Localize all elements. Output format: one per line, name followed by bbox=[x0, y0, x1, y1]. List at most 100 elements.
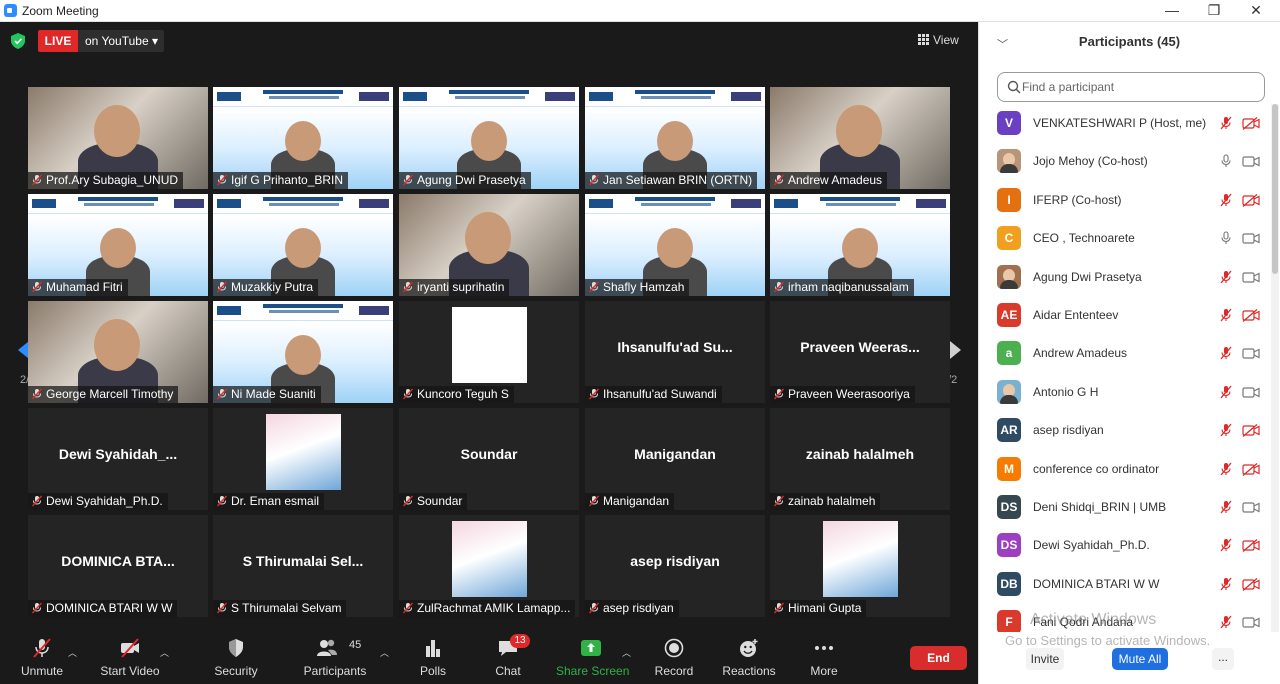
muted-mic-icon bbox=[773, 281, 785, 293]
participant-video-icon[interactable] bbox=[1242, 616, 1260, 629]
participant-mic-icon[interactable] bbox=[1219, 231, 1233, 245]
panel-more-button[interactable]: ... bbox=[1212, 648, 1234, 670]
participant-list-item[interactable]: Mconference co ordinator bbox=[979, 453, 1269, 491]
invite-button[interactable]: Invite bbox=[1026, 648, 1064, 670]
start-video-button[interactable]: Start Video bbox=[96, 630, 164, 684]
more-button[interactable]: More bbox=[804, 630, 844, 684]
participant-muted-mic-icon[interactable] bbox=[1219, 193, 1233, 207]
participant-video-off-icon[interactable] bbox=[1242, 462, 1260, 476]
participant-video-icon[interactable] bbox=[1242, 501, 1260, 514]
participant-list-item[interactable]: DS Dewi Syahidah_Ph.D. bbox=[979, 529, 1269, 567]
participant-list-item[interactable]: I IFERP (Co-host) bbox=[979, 184, 1269, 222]
participant-video-icon[interactable] bbox=[1242, 347, 1260, 360]
participant-list-item[interactable]: V VENKATESHWARI P (Host, me) bbox=[979, 107, 1269, 145]
participants-button[interactable]: 45 Participants bbox=[302, 630, 368, 684]
participant-list-item[interactable]: DB DOMINICA BTARI W W bbox=[979, 568, 1269, 606]
video-tile[interactable]: Soundar Soundar bbox=[399, 408, 579, 510]
participant-name: Muhamad Fitri bbox=[46, 280, 123, 294]
participant-video-off-icon[interactable] bbox=[1242, 193, 1260, 207]
video-tile[interactable]: Prof.Ary Subagia_UNUD bbox=[28, 87, 208, 189]
restore-button[interactable]: ❐ bbox=[1194, 1, 1234, 21]
video-tile[interactable]: Kuncoro Teguh S bbox=[399, 301, 579, 403]
video-tile[interactable]: Andrew Amadeus bbox=[770, 87, 950, 189]
participant-muted-mic-icon[interactable] bbox=[1219, 423, 1233, 437]
participant-list-item[interactable]: Agung Dwi Prasetya bbox=[979, 261, 1269, 299]
video-tile[interactable]: Jan Setiawan BRIN (ORTN) bbox=[585, 87, 765, 189]
record-button[interactable]: Record bbox=[650, 630, 698, 684]
video-tile[interactable]: Agung Dwi Prasetya bbox=[399, 87, 579, 189]
security-button[interactable]: Security bbox=[208, 630, 264, 684]
chat-button[interactable]: 13 Chat bbox=[486, 630, 530, 684]
reactions-button[interactable]: Reactions bbox=[720, 630, 778, 684]
muted-mic-icon bbox=[773, 602, 785, 614]
participant-video-off-icon[interactable] bbox=[1242, 117, 1260, 130]
video-tile[interactable]: George Marcell Timothy bbox=[28, 301, 208, 403]
participants-caret-icon[interactable]: ︿ bbox=[380, 646, 389, 659]
video-options-caret-icon[interactable]: ︿ bbox=[160, 646, 169, 659]
participant-list-item[interactable]: Antonio G H bbox=[979, 376, 1269, 414]
video-tile[interactable]: Shafly Hamzah bbox=[585, 194, 765, 296]
participant-muted-mic-icon[interactable] bbox=[1219, 308, 1233, 322]
participant-muted-mic-icon[interactable] bbox=[1219, 385, 1233, 399]
participant-muted-mic-icon[interactable] bbox=[1219, 538, 1233, 552]
video-tile[interactable]: Ihsanulfu'ad Su... Ihsanulfu'ad Suwandi bbox=[585, 301, 765, 403]
polls-button[interactable]: Polls bbox=[412, 630, 454, 684]
video-tile[interactable]: Praveen Weeras... Praveen Weerasooriya bbox=[770, 301, 950, 403]
video-tile[interactable]: Muzakkiy Putra bbox=[213, 194, 393, 296]
participant-muted-mic-icon[interactable] bbox=[1219, 270, 1233, 284]
participant-list-item[interactable]: C CEO , Technoarete bbox=[979, 222, 1269, 260]
participant-video-icon[interactable] bbox=[1242, 232, 1260, 245]
end-meeting-button[interactable]: End bbox=[910, 646, 967, 670]
participant-list-item[interactable]: DS Deni Shidqi_BRIN | UMB bbox=[979, 491, 1269, 529]
video-tile[interactable]: Muhamad Fitri bbox=[28, 194, 208, 296]
live-badge[interactable]: LIVE bbox=[38, 30, 78, 52]
participant-list-scrollbar[interactable] bbox=[1271, 104, 1279, 632]
video-tile[interactable]: Dr. Eman esmail bbox=[213, 408, 393, 510]
participant-list-item[interactable]: a Andrew Amadeus bbox=[979, 337, 1269, 375]
participant-list-item[interactable]: AE Aidar Ententeev bbox=[979, 299, 1269, 337]
close-button[interactable]: ✕ bbox=[1236, 1, 1276, 21]
participant-mic-icon[interactable] bbox=[1219, 154, 1233, 168]
video-tile[interactable]: DOMINICA BTA... DOMINICA BTARI W W bbox=[28, 515, 208, 617]
participant-video-off-icon[interactable] bbox=[1242, 577, 1260, 591]
share-options-caret-icon[interactable]: ︿ bbox=[622, 646, 631, 659]
video-tile[interactable]: Dewi Syahidah_... Dewi Syahidah_Ph.D. bbox=[28, 408, 208, 510]
video-tile[interactable]: iryanti suprihatin bbox=[399, 194, 579, 296]
participant-search-input[interactable] bbox=[1022, 78, 1252, 96]
participant-video-off-icon[interactable] bbox=[1242, 539, 1260, 553]
participant-name-tag: Jan Setiawan BRIN (ORTN) bbox=[585, 172, 758, 189]
participant-muted-mic-icon[interactable] bbox=[1219, 615, 1233, 629]
participant-search-box[interactable] bbox=[997, 72, 1265, 102]
participant-muted-mic-icon[interactable] bbox=[1219, 500, 1233, 514]
participant-muted-mic-icon[interactable] bbox=[1219, 577, 1233, 591]
participant-list-item[interactable]: Jojo Mehoy (Co-host) bbox=[979, 145, 1269, 183]
video-tile[interactable]: Himani Gupta bbox=[770, 515, 950, 617]
video-tile[interactable]: zainab halalmeh zainab halalmeh bbox=[770, 408, 950, 510]
audio-options-caret-icon[interactable]: ︿ bbox=[68, 646, 77, 659]
unmute-button[interactable]: Unmute bbox=[14, 630, 70, 684]
video-tile[interactable]: asep risdiyan asep risdiyan bbox=[585, 515, 765, 617]
video-tile[interactable]: ZulRachmat AMIK Lamapp... bbox=[399, 515, 579, 617]
scrollbar-thumb[interactable] bbox=[1272, 104, 1278, 274]
mute-all-button[interactable]: Mute All bbox=[1112, 648, 1168, 670]
participant-video-off-icon[interactable] bbox=[1242, 309, 1260, 322]
participant-video-icon[interactable] bbox=[1242, 386, 1260, 399]
view-button[interactable]: View bbox=[918, 28, 970, 52]
minimize-button[interactable]: — bbox=[1152, 1, 1192, 21]
video-tile[interactable]: Ni Made Suaniti bbox=[213, 301, 393, 403]
video-tile[interactable]: Manigandan Manigandan bbox=[585, 408, 765, 510]
participants-panel: ﹀ Participants (45) VVENKATESHWARI P (Ho… bbox=[978, 22, 1280, 684]
participant-video-icon[interactable] bbox=[1242, 271, 1260, 284]
video-tile[interactable]: S Thirumalai Sel... S Thirumalai Selvam bbox=[213, 515, 393, 617]
participant-muted-mic-icon[interactable] bbox=[1219, 116, 1233, 130]
encryption-shield-icon[interactable] bbox=[11, 33, 25, 49]
participant-muted-mic-icon[interactable] bbox=[1219, 346, 1233, 360]
participant-list-item[interactable]: AR asep risdiyan bbox=[979, 414, 1269, 452]
participant-video-off-icon[interactable] bbox=[1242, 424, 1260, 438]
participant-muted-mic-icon[interactable] bbox=[1219, 462, 1233, 476]
share-screen-button[interactable]: Share Screen bbox=[556, 630, 629, 684]
stream-destination-dropdown[interactable]: on YouTube ▾ bbox=[78, 30, 164, 52]
participant-video-icon[interactable] bbox=[1242, 155, 1260, 168]
video-tile[interactable]: Igif G Prihanto_BRIN bbox=[213, 87, 393, 189]
video-tile[interactable]: irham naqibanussalam bbox=[770, 194, 950, 296]
